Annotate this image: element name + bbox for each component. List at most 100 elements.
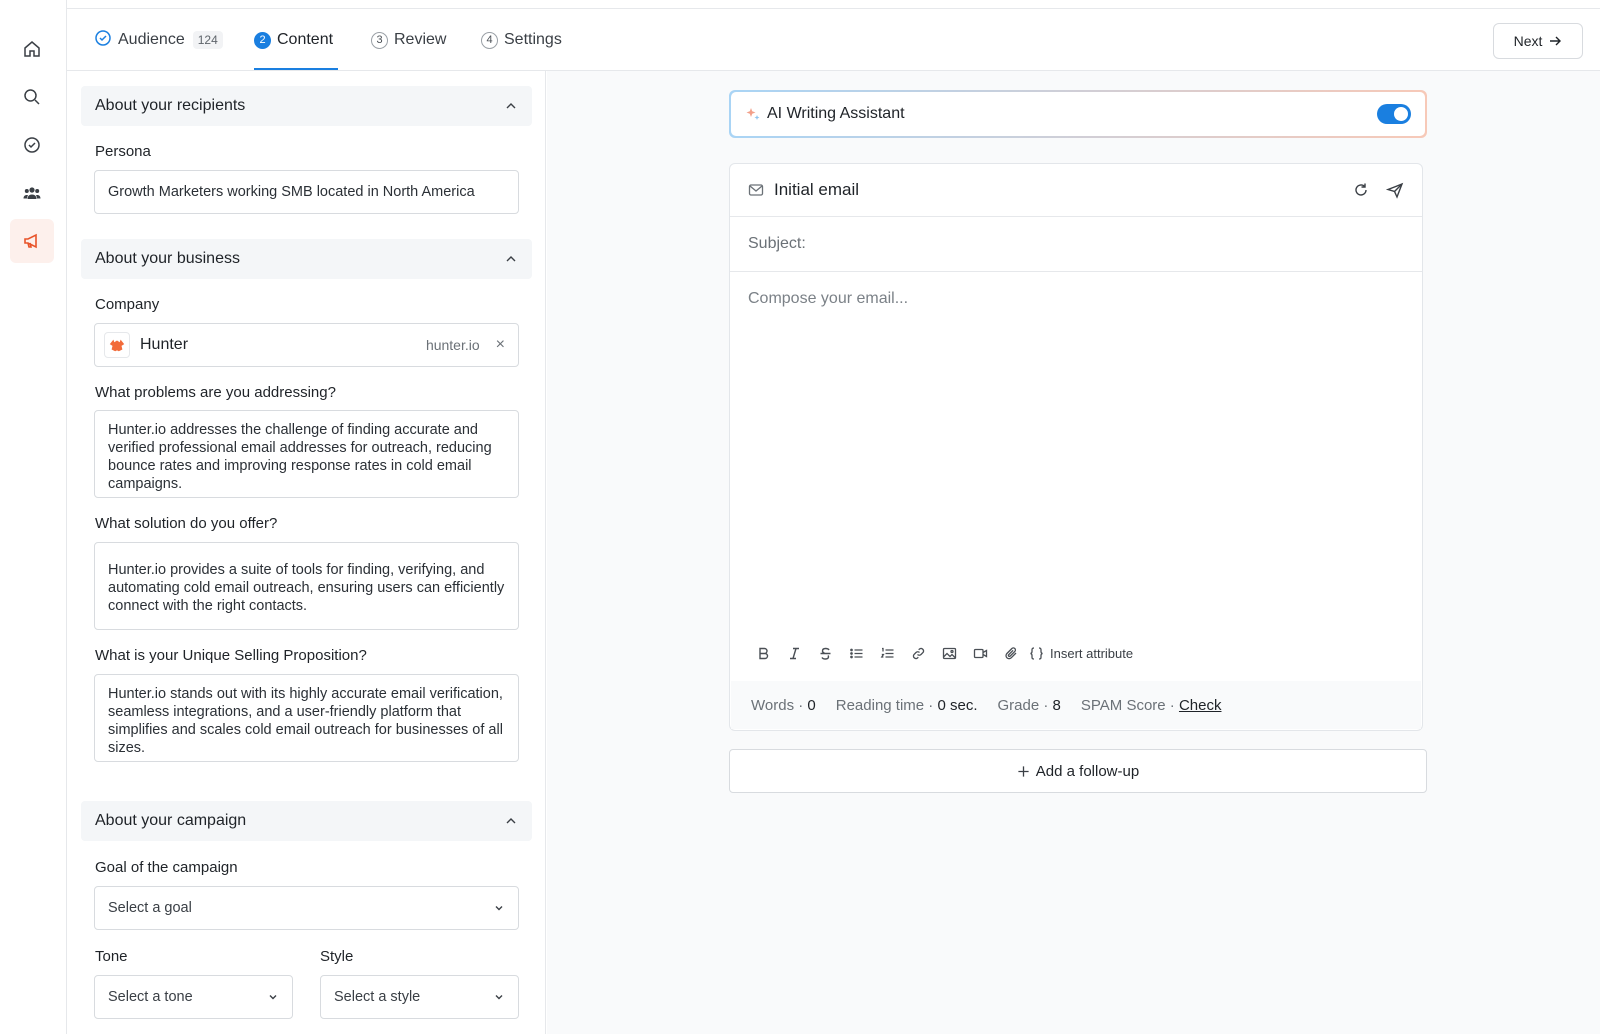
email-body-input[interactable]: Compose your email... (748, 290, 908, 308)
sparkle-icon (746, 108, 760, 120)
ai-writing-assistant-bar: AI Writing Assistant (729, 90, 1427, 138)
ai-assistant-toggle[interactable] (1377, 104, 1411, 124)
section-title: About your campaign (95, 812, 247, 829)
refresh-icon[interactable] (1352, 181, 1370, 199)
persona-value: Growth Marketers working SMB located in … (108, 184, 475, 200)
problems-textarea[interactable]: Hunter.io addresses the challenge of fin… (94, 410, 519, 498)
chevron-up-icon (506, 818, 516, 824)
goal-select[interactable]: Select a goal (94, 886, 519, 930)
home-nav-button[interactable] (10, 27, 54, 71)
solution-label: What solution do you offer? (95, 515, 278, 532)
business-section-header[interactable]: About your business (81, 239, 532, 279)
goal-placeholder: Select a goal (108, 900, 192, 916)
bullet-list-button[interactable] (841, 641, 872, 665)
link-button[interactable] (903, 641, 934, 665)
attachment-button[interactable] (996, 641, 1027, 665)
email-title: Initial email (774, 180, 860, 199)
verify-nav-button[interactable] (10, 123, 54, 167)
send-icon[interactable] (1386, 181, 1404, 199)
spam-check-link[interactable]: Check (1179, 697, 1222, 714)
tab-settings[interactable]: 4 Settings (481, 9, 562, 71)
leads-nav-button[interactable] (10, 171, 54, 215)
bold-icon (759, 647, 769, 659)
chevron-down-icon (495, 995, 503, 1000)
words-stat: Words · 0 (751, 696, 816, 714)
solution-textarea[interactable]: Hunter.io provides a suite of tools for … (94, 542, 519, 630)
tab-label: Settings (504, 31, 562, 48)
people-icon (23, 187, 41, 199)
style-placeholder: Select a style (334, 989, 421, 1005)
step-number: 2 (254, 31, 271, 49)
persona-label: Persona (95, 143, 151, 160)
next-button[interactable]: Next (1493, 23, 1583, 59)
mail-icon (748, 184, 764, 196)
link-icon (912, 647, 925, 659)
italic-button[interactable] (779, 641, 810, 665)
solution-value: Hunter.io provides a suite of tools for … (108, 562, 505, 614)
active-tab-indicator (254, 68, 338, 70)
video-button[interactable] (965, 641, 996, 665)
campaigns-nav-button[interactable] (10, 219, 54, 263)
spam-score-stat: SPAM Score · Check (1080, 696, 1222, 714)
strikethrough-icon (820, 647, 831, 660)
clear-company-close-icon[interactable]: × (496, 336, 505, 354)
usp-value: Hunter.io stands out with its highly acc… (108, 686, 503, 756)
grade-stat: Grade · 8 (997, 696, 1061, 714)
section-title: About your business (95, 250, 240, 267)
bold-button[interactable] (748, 641, 779, 665)
audience-count-badge: 124 (192, 31, 223, 49)
company-field[interactable]: Hunter hunter.io × (94, 323, 519, 367)
numbered-list-icon (880, 647, 894, 658)
strikethrough-button[interactable] (810, 641, 841, 665)
email-stats-bar: Words · 0 Reading time · 0 sec. Grade · … (731, 681, 1421, 729)
tone-placeholder: Select a tone (108, 989, 193, 1005)
persona-field[interactable]: Growth Marketers working SMB located in … (94, 170, 519, 214)
email-header: Initial email (730, 164, 1422, 217)
style-select[interactable]: Select a style (320, 975, 519, 1019)
add-followup-button[interactable]: Add a follow-up (729, 749, 1427, 793)
usp-label: What is your Unique Selling Proposition? (95, 647, 367, 664)
tab-label: Content (277, 31, 334, 48)
style-label: Style (320, 948, 354, 965)
next-label: Next (1513, 33, 1543, 49)
subject-field[interactable]: Subject: (730, 217, 1422, 272)
tone-select[interactable]: Select a tone (94, 975, 293, 1019)
company-label: Company (95, 296, 160, 313)
image-button[interactable] (934, 641, 965, 665)
check-circle-icon (94, 29, 112, 52)
search-nav-button[interactable] (10, 75, 54, 119)
tab-label: Review (394, 31, 447, 48)
hunter-logo-icon (104, 332, 130, 358)
subject-label: Subject: (748, 235, 806, 252)
megaphone-icon (24, 233, 37, 249)
attachment-icon (1005, 646, 1017, 659)
campaign-form-panel: About your recipients Persona Growth Mar… (67, 71, 546, 1034)
add-followup-label: Add a follow-up (1035, 762, 1140, 780)
recipients-section-header[interactable]: About your recipients (81, 86, 532, 126)
initial-email-card: Initial email Subject: Compose your emai… (729, 163, 1423, 731)
tab-content[interactable]: 2 Content (254, 9, 333, 71)
numbered-list-button[interactable] (872, 641, 903, 665)
search-icon (24, 89, 40, 105)
plus-icon (1018, 765, 1029, 777)
campaign-section-header[interactable]: About your campaign (81, 801, 532, 841)
tab-review[interactable]: 3 Review (371, 9, 446, 71)
tone-label: Tone (95, 948, 128, 965)
italic-icon (790, 647, 799, 659)
insert-attribute-label: Insert attribute (1050, 645, 1134, 661)
company-name: Hunter (140, 336, 189, 353)
chevron-down-icon (495, 906, 503, 911)
ai-assistant-label: AI Writing Assistant (767, 105, 905, 122)
problems-label: What problems are you addressing? (95, 384, 336, 401)
reading-time-stat: Reading time · 0 sec. (835, 696, 978, 714)
insert-attribute-button[interactable]: Insert attribute (1029, 646, 1133, 661)
home-icon (24, 41, 40, 57)
usp-textarea[interactable]: Hunter.io stands out with its highly acc… (94, 674, 519, 762)
left-rail (0, 0, 67, 1034)
tab-audience[interactable]: Audience 124 (94, 9, 223, 71)
top-border (67, 0, 1600, 9)
problems-value: Hunter.io addresses the challenge of fin… (108, 422, 492, 492)
chevron-up-icon (506, 103, 516, 109)
step-number: 4 (481, 31, 498, 49)
bullet-list-icon (850, 648, 863, 658)
